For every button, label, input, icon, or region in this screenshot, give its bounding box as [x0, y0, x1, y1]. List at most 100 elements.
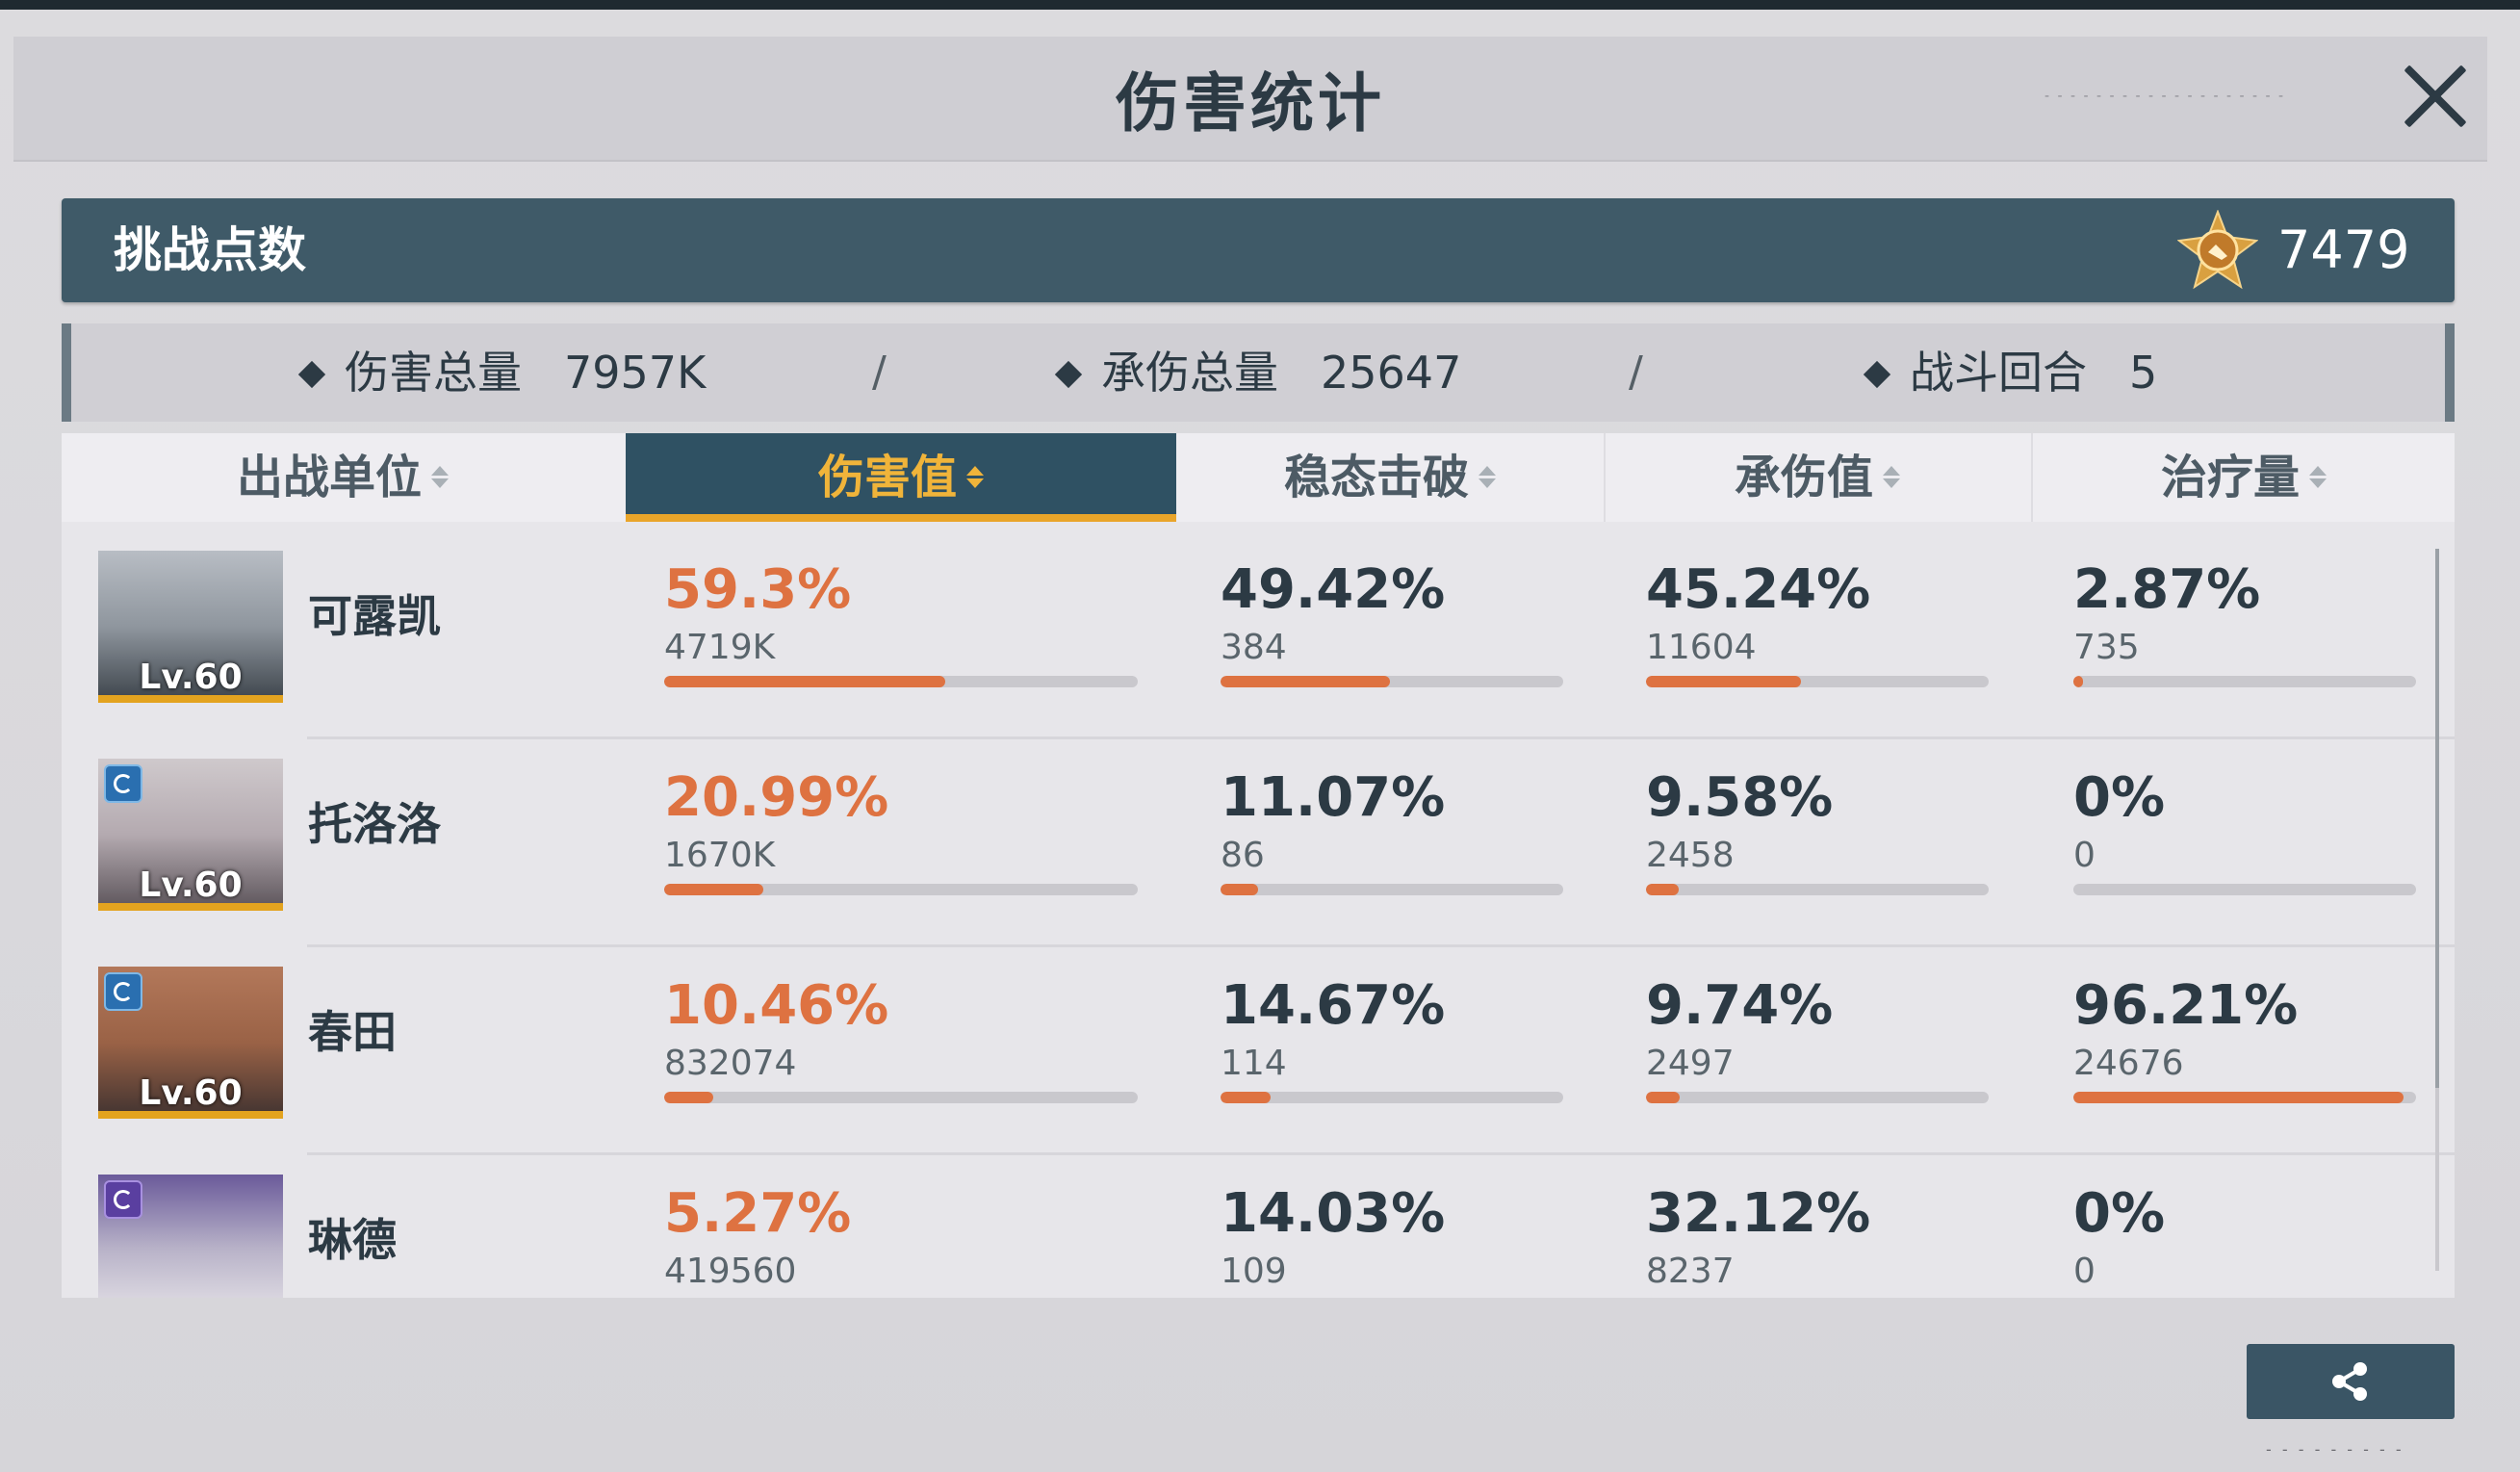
close-button[interactable] — [2397, 58, 2474, 135]
progress-fill — [664, 1092, 714, 1103]
avatar[interactable]: Lv.60 — [98, 967, 283, 1119]
heal-percent: 0% — [2073, 766, 2166, 829]
top-band — [0, 0, 2520, 10]
diamond-bullet-icon — [297, 360, 326, 389]
progress-fill — [1646, 1092, 1680, 1103]
share-button[interactable] — [2247, 1344, 2455, 1419]
break-percent: 14.67% — [1221, 974, 1446, 1037]
rarity-bar — [98, 1111, 283, 1119]
rarity-bar — [98, 695, 283, 703]
progress-fill — [1221, 884, 1259, 895]
taken-bar — [1646, 884, 1989, 895]
column-header-damage[interactable]: 伤害值 — [626, 433, 1176, 522]
damage-bar — [664, 676, 1138, 687]
damage-taken-total: 承伤总量 25647 — [1054, 323, 1462, 422]
sort-icon — [1479, 465, 1496, 488]
challenge-points-value: 7479 — [2277, 220, 2410, 280]
heal-bar — [2073, 676, 2416, 687]
taken-raw: 8237 — [1646, 1252, 1735, 1291]
battle-rounds: 战斗回合 5 — [1863, 323, 2158, 422]
unit-name: 春田 — [308, 1006, 397, 1058]
damage-raw: 4719K — [664, 628, 776, 667]
unit-level: Lv.60 — [139, 1073, 243, 1113]
challenge-points-bar: 挑战点数 7479 — [62, 198, 2455, 302]
scrollbar-thumb[interactable] — [2435, 549, 2439, 1088]
column-header-break[interactable]: 稳态击破 — [1178, 433, 1602, 522]
damage-total: 伤害总量 7957K — [297, 323, 707, 422]
heal-raw: 735 — [2073, 628, 2140, 667]
table-header: 出战单位 伤害值 稳态击破 承伤值 治疗量 — [62, 433, 2455, 522]
avatar[interactable] — [98, 1175, 283, 1298]
sort-icon — [431, 465, 449, 488]
progress-fill — [1646, 884, 1680, 895]
title-bar: 伤害统计 - - - - - - - - - - - - - - - - - -… — [13, 37, 2487, 162]
progress-fill — [1646, 676, 1802, 687]
damage-total-label: 伤害总量 — [345, 347, 522, 399]
column-header-taken[interactable]: 承伤值 — [1606, 433, 2029, 522]
class-badge-icon — [104, 972, 142, 1011]
break-raw: 114 — [1221, 1044, 1287, 1083]
damage-raw: 419560 — [664, 1252, 797, 1291]
sort-icon — [966, 465, 984, 488]
heal-percent: 96.21% — [2073, 974, 2299, 1037]
damage-percent: 20.99% — [664, 766, 889, 829]
table-row[interactable]: Lv.60 托洛洛 20.99% 1670K 11.07% 86 9.58% 2… — [62, 739, 2455, 947]
class-badge-icon — [104, 1180, 142, 1219]
progress-fill — [2073, 676, 2084, 687]
unit-name: 托洛洛 — [308, 798, 441, 850]
diamond-bullet-icon — [1054, 360, 1083, 389]
sort-icon — [2309, 465, 2327, 488]
damage-stats-panel: 伤害统计 - - - - - - - - - - - - - - - - - -… — [0, 10, 2520, 1472]
damage-raw: 832074 — [664, 1044, 797, 1083]
battle-rounds-value: 5 — [2129, 347, 2158, 399]
heal-percent: 2.87% — [2073, 558, 2261, 621]
avatar[interactable]: Lv.60 — [98, 551, 283, 703]
heal-raw: 0 — [2073, 1252, 2096, 1291]
break-raw: 109 — [1221, 1252, 1287, 1291]
table-row[interactable]: 琳德 5.27% 419560 14.03% 109 32.12% 8237 0… — [62, 1155, 2455, 1298]
break-bar — [1221, 1092, 1563, 1103]
damage-percent: 5.27% — [664, 1182, 852, 1245]
taken-bar — [1646, 676, 1989, 687]
share-icon — [2332, 1362, 2367, 1401]
damage-total-value: 7957K — [564, 347, 707, 399]
damage-taken-total-value: 25647 — [1321, 347, 1462, 399]
damage-bar — [664, 884, 1138, 895]
title-decoration: - - - - - - - - - - - - - - - - - - - — [2044, 89, 2286, 104]
taken-raw: 2458 — [1646, 836, 1735, 875]
break-percent: 11.07% — [1221, 766, 1446, 829]
damage-raw: 1670K — [664, 836, 776, 875]
progress-fill — [664, 884, 764, 895]
heal-bar — [2073, 884, 2416, 895]
column-header-unit[interactable]: 出战单位 — [62, 433, 624, 522]
break-bar — [1221, 884, 1563, 895]
diamond-bullet-icon — [1863, 360, 1891, 389]
table-row[interactable]: Lv.60 春田 10.46% 832074 14.67% 114 9.74% … — [62, 947, 2455, 1155]
unit-name: 琳德 — [308, 1214, 397, 1266]
sort-icon — [1883, 465, 1900, 488]
progress-fill — [2073, 1092, 2404, 1103]
summary-separator: / — [872, 348, 887, 397]
break-percent: 49.42% — [1221, 558, 1446, 621]
progress-fill — [1221, 1092, 1272, 1103]
medal-icon — [2177, 210, 2258, 290]
taken-percent: 45.24% — [1646, 558, 1871, 621]
unit-level: Lv.60 — [139, 865, 243, 905]
avatar[interactable]: Lv.60 — [98, 759, 283, 911]
taken-raw: 2497 — [1646, 1044, 1735, 1083]
taken-percent: 9.58% — [1646, 766, 1834, 829]
unit-name: 可露凯 — [308, 590, 441, 642]
break-bar — [1221, 676, 1563, 687]
damage-percent: 10.46% — [664, 974, 889, 1037]
column-header-heal[interactable]: 治疗量 — [2033, 433, 2455, 522]
class-badge-icon — [104, 764, 142, 803]
table-row[interactable]: Lv.60 可露凯 59.3% 4719K 49.42% 384 45.24% … — [62, 531, 2455, 739]
progress-fill — [1221, 676, 1390, 687]
challenge-points-label: 挑战点数 — [114, 222, 306, 278]
corner-decoration: - - - - - - - - - — [2266, 1440, 2404, 1459]
unit-level: Lv.60 — [139, 658, 243, 697]
stats-table: 出战单位 伤害值 稳态击破 承伤值 治疗量 Lv.60 可露凯 59.3% 47… — [62, 433, 2455, 1298]
heal-percent: 0% — [2073, 1182, 2166, 1245]
break-raw: 86 — [1221, 836, 1265, 875]
battle-rounds-label: 战斗回合 — [1910, 347, 2087, 399]
